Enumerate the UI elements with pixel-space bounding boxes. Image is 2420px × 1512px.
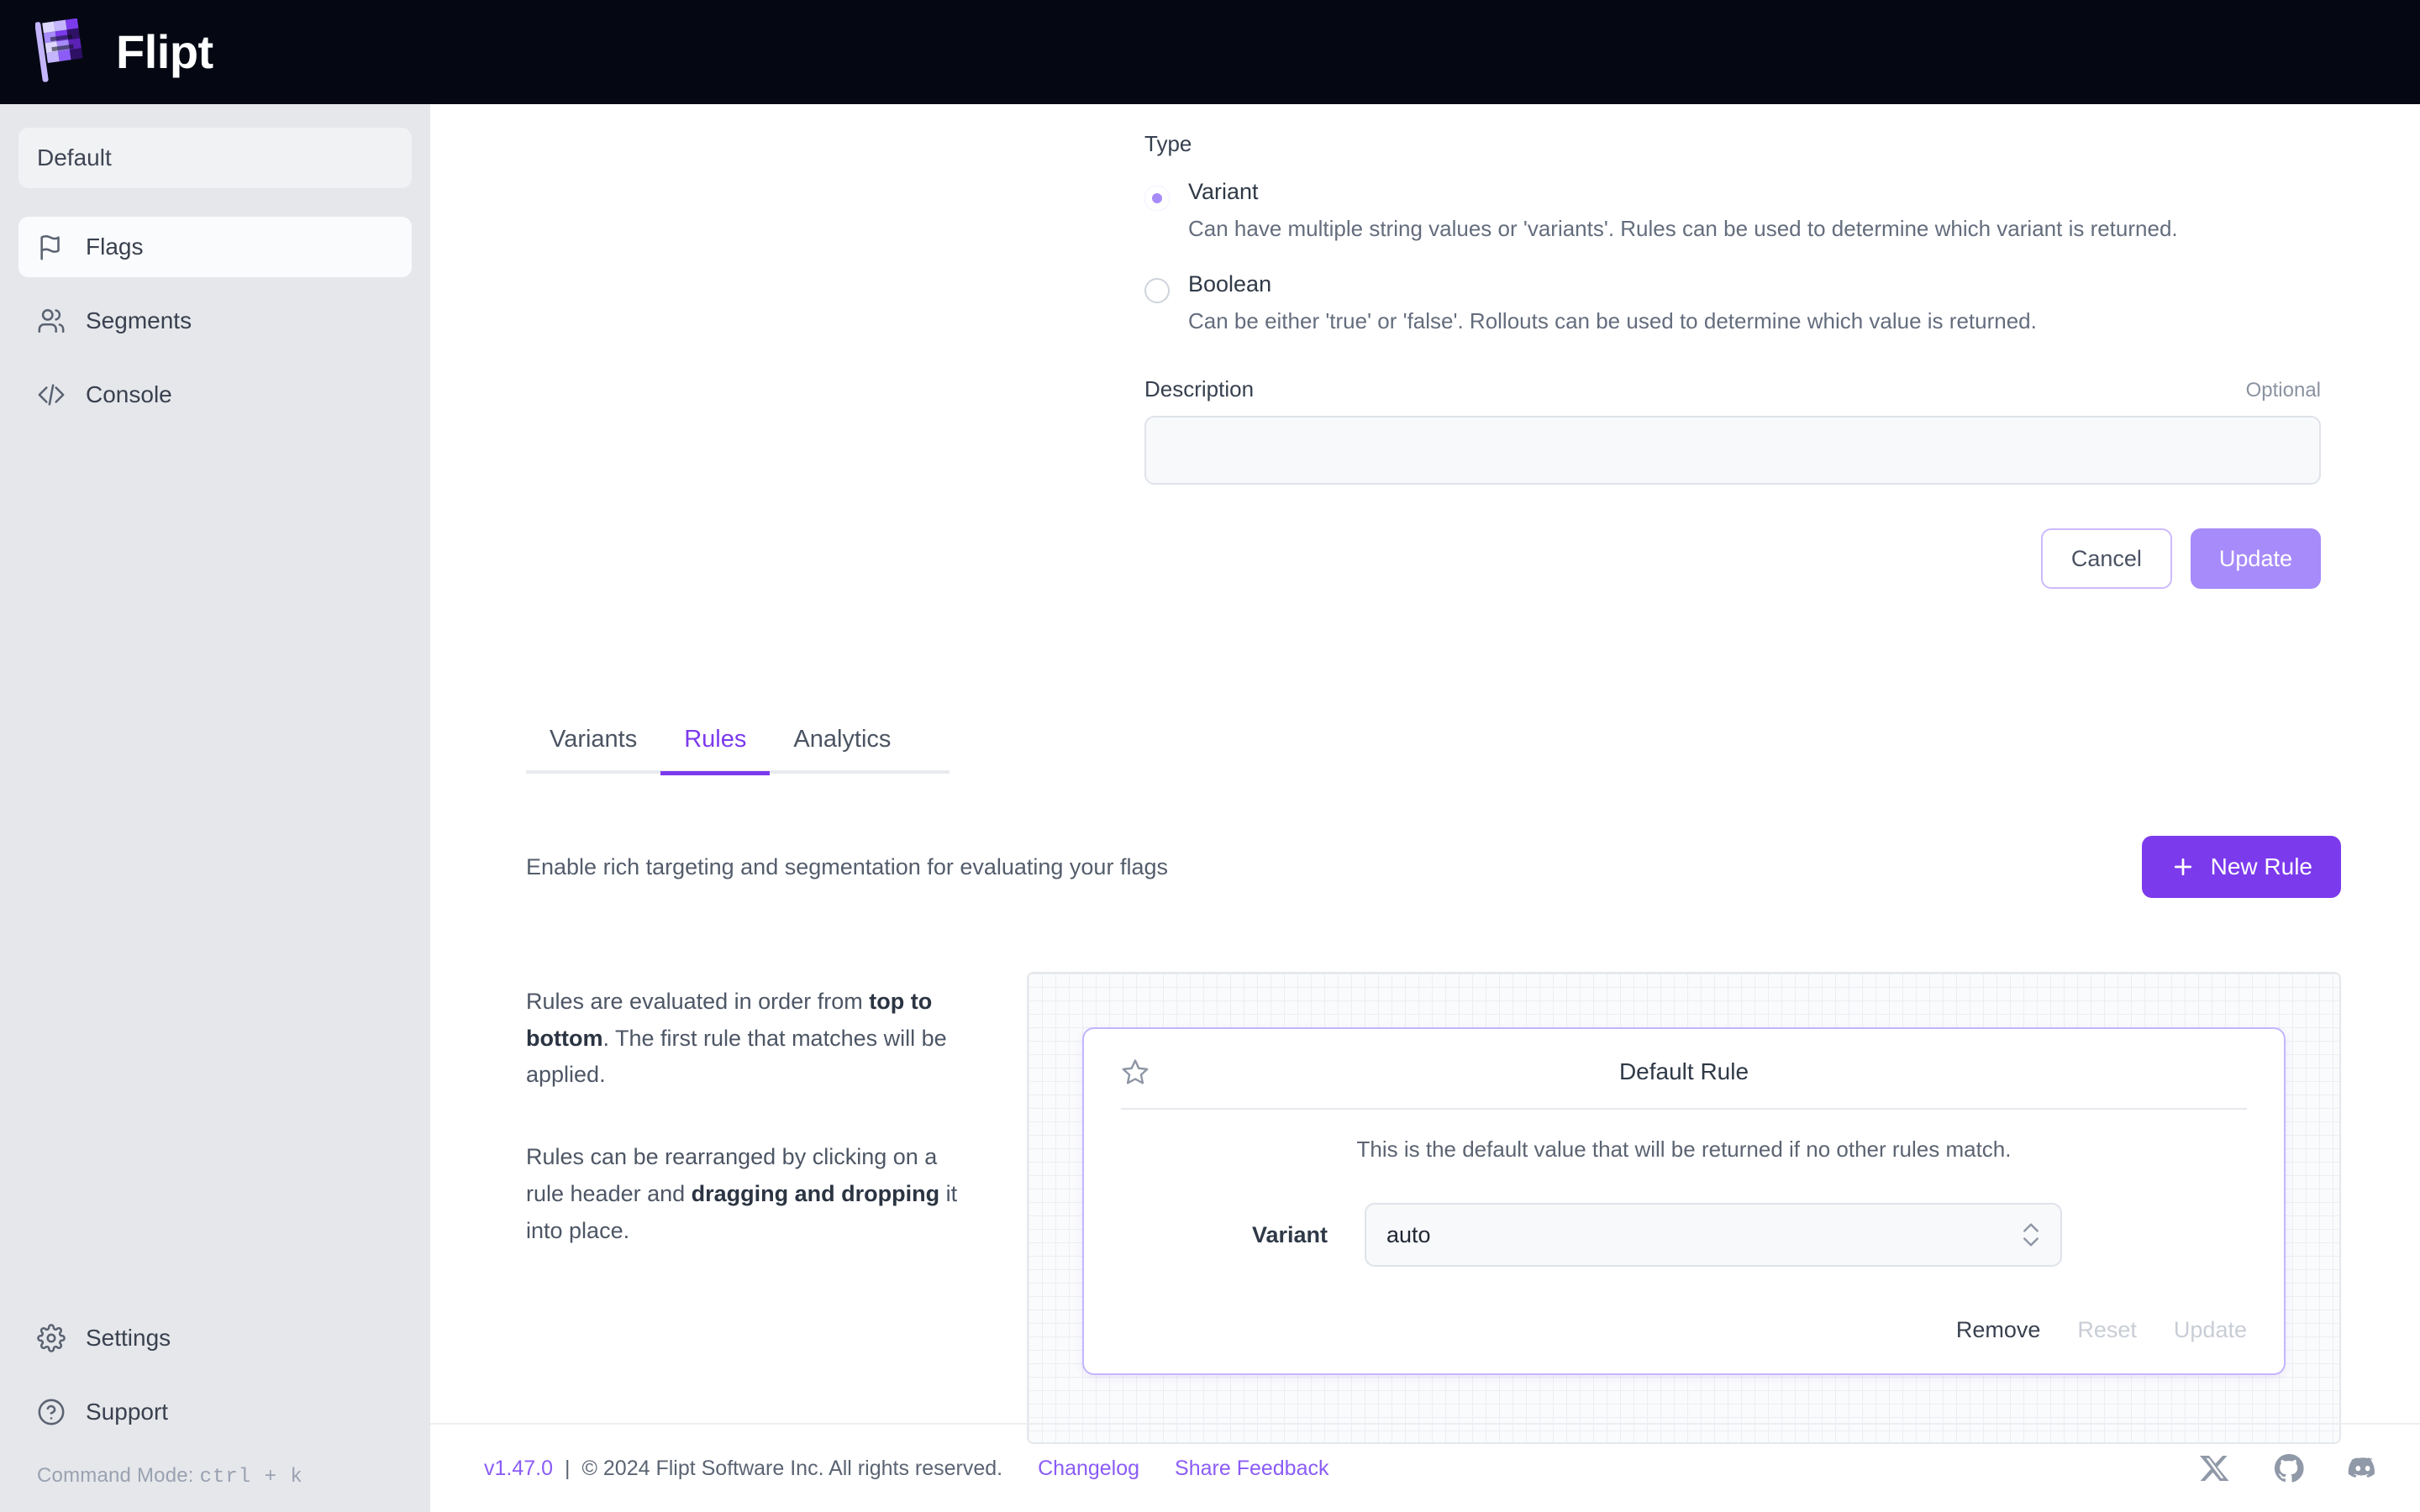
reset-rule-button[interactable]: Reset [2077,1317,2137,1343]
update-rule-button[interactable]: Update [2174,1317,2247,1343]
type-option-boolean[interactable]: Boolean Can be either 'true' or 'false'.… [1144,270,2321,335]
sidebar-item-segments[interactable]: Segments [18,291,412,351]
default-rule-card[interactable]: Default Rule This is the default value t… [1082,1027,2286,1375]
footer-version[interactable]: v1.47.0 [484,1457,553,1481]
sidebar-item-settings[interactable]: Settings [18,1308,412,1368]
sidebar-item-console[interactable]: Console [18,365,412,425]
flag-detail-tabs-region: Variants Rules Analytics Enable rich tar… [526,726,2341,1444]
variant-field-label: Variant [1251,1221,1328,1247]
tab-rules[interactable]: Rules [660,726,771,775]
help-p2-b: dragging and dropping [691,1180,940,1206]
footer-left: v1.47.0 | © 2024 Flipt Software Inc. All… [484,1457,1329,1481]
remove-rule-button[interactable]: Remove [1956,1317,2041,1343]
footer-copyright: © 2024 Flipt Software Inc. All rights re… [581,1456,1003,1480]
flipt-flag-logo-icon [35,18,83,82]
help-p1-a: Rules are evaluated in order from [526,989,870,1014]
rules-help-paragraph-2: Rules can be rearranged by clicking on a… [526,1139,980,1249]
question-circle-icon [38,1399,65,1425]
app-footer: v1.47.0 | © 2024 Flipt Software Inc. All… [430,1423,2420,1512]
brand-name: Flipt [116,25,213,78]
github-icon[interactable] [2272,1452,2306,1485]
chevron-up-down-icon [2023,1223,2039,1247]
footer-social-links [2198,1452,2380,1485]
rules-help-paragraph-1: Rules are evaluated in order from top to… [526,984,980,1094]
flag-form: Type Variant Can have multiple string va… [1144,131,2321,589]
sidebar-item-label: Segments [86,307,192,333]
namespace-label: Default [37,144,112,171]
cancel-button[interactable]: Cancel [2040,528,2172,589]
tablist: Variants Rules Analytics [526,726,950,775]
sidebar-item-label: Flags [86,234,144,260]
sidebar-footer: Settings Support Command Mode: ctrl + k [18,1308,412,1488]
code-brackets-icon [38,384,65,406]
command-mode-label: Command Mode: [37,1464,194,1487]
radio-variant-icon[interactable] [1144,186,1170,211]
default-rule-variant-row: Variant auto [1121,1203,2247,1267]
brand-logo[interactable]: Flipt [35,18,213,86]
default-rule-title: Default Rule [1618,1058,1749,1084]
plus-icon [2174,858,2191,876]
rules-canvas: Default Rule This is the default value t… [1027,972,2341,1444]
tab-analytics[interactable]: Analytics [770,726,914,774]
description-input[interactable] [1144,416,2321,485]
rules-subtitle: Enable rich targeting and segmentation f… [526,853,1168,879]
users-icon [38,308,65,333]
type-option-variant[interactable]: Variant Can have multiple string values … [1144,181,2321,243]
namespace-selector[interactable]: Default [18,128,412,188]
app-header: Flipt [0,0,2420,104]
default-rule-header[interactable]: Default Rule [1121,1058,2247,1110]
type-label: Type [1144,131,1192,156]
sidebar: Default Flags Segments Console Settings … [0,104,430,1512]
description-header: Description Optional [1144,376,2321,402]
type-option-variant-description: Can have multiple string values or 'vari… [1188,216,2178,241]
description-optional-tag: Optional [2245,379,2321,402]
command-mode-hint: Command Mode: ctrl + k [18,1464,412,1488]
type-option-boolean-description: Can be either 'true' or 'false'. Rollout… [1188,307,2037,333]
rules-subheader: Enable rich targeting and segmentation f… [526,836,2341,898]
main-content: Type Variant Can have multiple string va… [430,104,2420,1512]
variant-select[interactable]: auto [1365,1203,2062,1267]
footer-separator: | [565,1456,571,1480]
sidebar-item-label: Settings [86,1325,171,1351]
tab-variants[interactable]: Variants [526,726,660,774]
x-twitter-icon[interactable] [2198,1452,2232,1485]
new-rule-button[interactable]: New Rule [2141,836,2341,898]
update-button[interactable]: Update [2190,528,2321,589]
rules-body: Rules are evaluated in order from top to… [526,972,2341,1444]
default-rule-note: This is the default value that will be r… [1356,1137,2012,1162]
flag-icon [40,234,60,260]
gear-icon [37,1324,66,1352]
sidebar-item-flags[interactable]: Flags [18,217,412,277]
footer-link-changelog[interactable]: Changelog [1038,1457,1139,1481]
sidebar-item-support[interactable]: Support [18,1382,412,1442]
sidebar-item-label: Console [86,381,172,407]
variant-select-value: auto [1386,1221,1431,1247]
new-rule-label: New Rule [2210,853,2312,879]
footer-link-share-feedback[interactable]: Share Feedback [1175,1457,1328,1481]
rules-help-text: Rules are evaluated in order from top to… [526,972,980,1444]
radio-boolean-icon[interactable] [1144,277,1170,303]
type-option-variant-label: Variant [1188,179,1259,204]
default-rule-actions: Remove Reset Update [1121,1317,2247,1343]
sidebar-item-label: Support [86,1399,169,1425]
description-label: Description [1144,376,1255,402]
command-mode-keys: ctrl + k [199,1466,303,1488]
type-option-boolean-label: Boolean [1188,270,1272,297]
form-actions: Cancel Update [1144,528,2321,589]
discord-icon[interactable] [2346,1452,2380,1485]
